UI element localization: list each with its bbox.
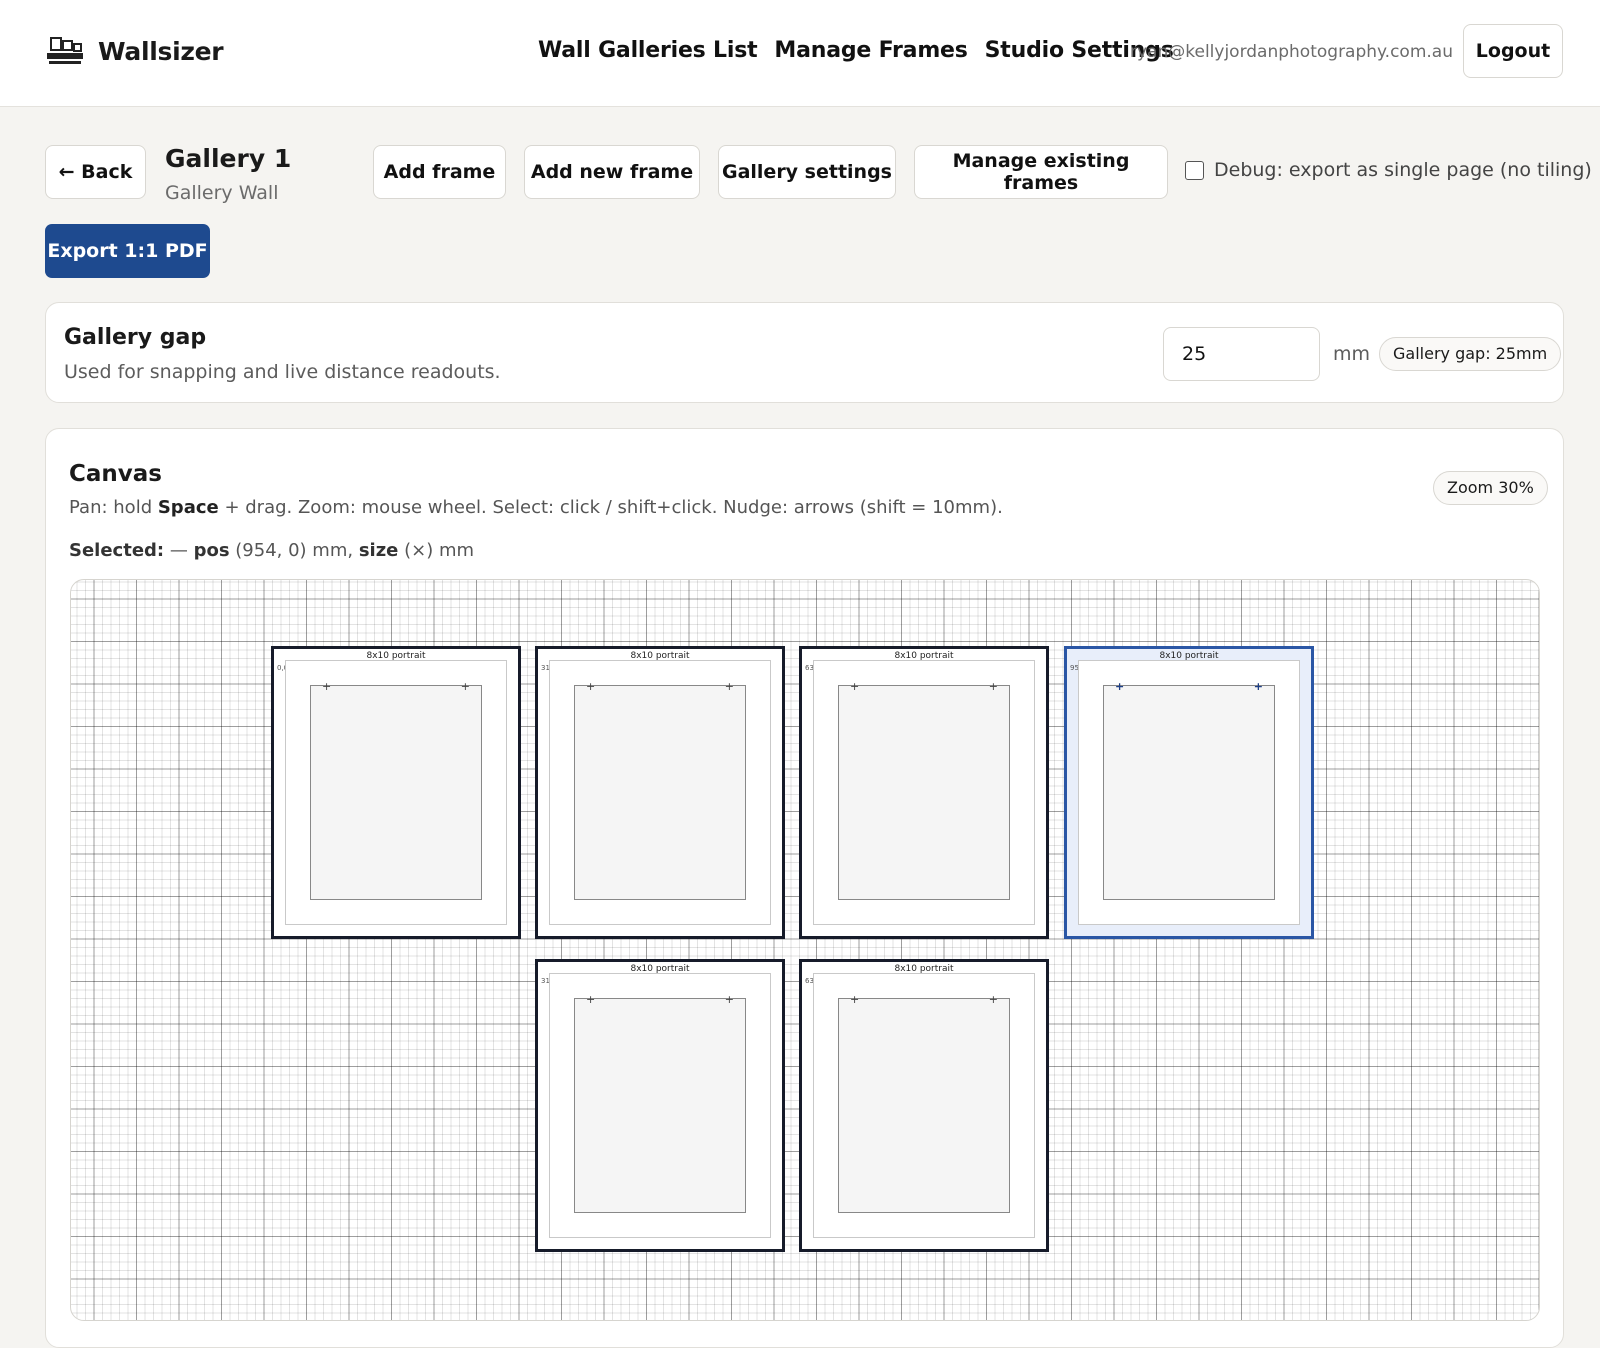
selected-value: —	[164, 540, 194, 561]
canvas-card: Canvas Pan: hold Space + drag. Zoom: mou…	[45, 428, 1564, 1348]
selected-readout: Selected: — pos (954, 0) mm, size (×) mm	[69, 540, 474, 561]
plus-icon[interactable]: +	[1115, 681, 1124, 692]
canvas-title: Canvas	[69, 461, 162, 487]
canvas-help-text: Pan: hold Space + drag. Zoom: mouse whee…	[69, 497, 1003, 518]
plus-icon[interactable]: +	[322, 681, 331, 692]
gallery-gap-input[interactable]	[1163, 327, 1320, 381]
help-rest: + drag. Zoom: mouse wheel. Select: click…	[218, 497, 1003, 518]
export-pdf-button[interactable]: Export 1:1 PDF	[45, 224, 210, 278]
frame-opening	[574, 998, 746, 1213]
pos-value: (954, 0) mm,	[229, 540, 359, 561]
frame-opening	[838, 685, 1010, 900]
pos-label: pos	[193, 540, 230, 561]
gallery-gap-title: Gallery gap	[64, 325, 207, 350]
plus-icon[interactable]: +	[725, 681, 734, 692]
frame-mat: + +	[813, 973, 1035, 1238]
frame-1[interactable]: 8x10 portrait 0,0 mm + +	[271, 646, 521, 939]
plus-icon[interactable]: +	[461, 681, 470, 692]
frame-5[interactable]: 8x10 portrait 318,369 mm + +	[535, 959, 785, 1252]
frame-mat: + +	[549, 660, 771, 925]
debug-export-label[interactable]: Debug: export as single page (no tiling)	[1214, 159, 1592, 181]
gallery-gap-unit: mm	[1333, 343, 1371, 365]
size-label: size	[358, 540, 399, 561]
plus-icon[interactable]: +	[989, 994, 998, 1005]
canvas-grid[interactable]: 8x10 portrait 0,0 mm + + 8x10 portrait 3…	[70, 579, 1540, 1321]
gallery-wall-logo-icon	[47, 37, 83, 64]
frame-opening	[310, 685, 482, 900]
frame-opening	[1103, 685, 1275, 900]
help-pan-prefix: Pan: hold	[69, 497, 158, 518]
brand[interactable]: Wallsizer	[46, 36, 224, 66]
plus-icon[interactable]: +	[850, 681, 859, 692]
frame-3[interactable]: 8x10 portrait 636,0 mm + +	[799, 646, 1049, 939]
plus-icon[interactable]: +	[850, 994, 859, 1005]
brand-name: Wallsizer	[98, 36, 224, 66]
gallery-gap-description: Used for snapping and live distance read…	[64, 361, 501, 383]
frame-6[interactable]: 8x10 portrait 636,369 mm + +	[799, 959, 1049, 1252]
logout-button[interactable]: Logout	[1463, 24, 1563, 78]
gallery-gap-card: Gallery gap Used for snapping and live d…	[45, 302, 1564, 403]
frame-mat: + +	[813, 660, 1035, 925]
nav-wall-galleries-list[interactable]: Wall Galleries List	[538, 38, 758, 63]
frame-mat: + +	[549, 973, 771, 1238]
add-frame-button[interactable]: Add frame	[373, 145, 506, 199]
plus-icon[interactable]: +	[1254, 681, 1263, 692]
frame-4-selected[interactable]: 8x10 portrait 954,0 mm + +	[1064, 646, 1314, 939]
size-value: (×) mm	[398, 540, 475, 561]
selected-label: Selected:	[69, 540, 165, 561]
manage-existing-frames-button[interactable]: Manage existing frames	[914, 145, 1168, 199]
frame-opening	[574, 685, 746, 900]
main-nav: Wall Galleries List Manage Frames Studio…	[538, 38, 1174, 63]
plus-icon[interactable]: +	[989, 681, 998, 692]
gallery-settings-button[interactable]: Gallery settings	[718, 145, 896, 199]
frame-mat: + +	[1078, 660, 1300, 925]
frame-mat: + +	[285, 660, 507, 925]
plus-icon[interactable]: +	[586, 994, 595, 1005]
add-new-frame-button[interactable]: Add new frame	[524, 145, 700, 199]
back-button[interactable]: ← Back	[45, 145, 146, 199]
plus-icon[interactable]: +	[725, 994, 734, 1005]
debug-export-toggle[interactable]: Debug: export as single page (no tiling)	[1185, 159, 1592, 181]
gallery-gap-badge: Gallery gap: 25mm	[1379, 337, 1562, 371]
nav-manage-frames[interactable]: Manage Frames	[774, 38, 967, 63]
frame-opening	[838, 998, 1010, 1213]
gallery-title: Gallery 1	[165, 144, 292, 173]
zoom-badge: Zoom 30%	[1433, 471, 1548, 505]
user-email: ryan@kellyjordanphotography.com.au	[1130, 42, 1453, 62]
plus-icon[interactable]: +	[586, 681, 595, 692]
debug-export-checkbox[interactable]	[1185, 160, 1204, 180]
gallery-subtitle: Gallery Wall	[165, 182, 279, 204]
top-navbar: Wallsizer Wall Galleries List Manage Fra…	[0, 0, 1600, 107]
frame-2[interactable]: 8x10 portrait 318,0 mm + +	[535, 646, 785, 939]
help-pan-key: Space	[157, 497, 219, 518]
